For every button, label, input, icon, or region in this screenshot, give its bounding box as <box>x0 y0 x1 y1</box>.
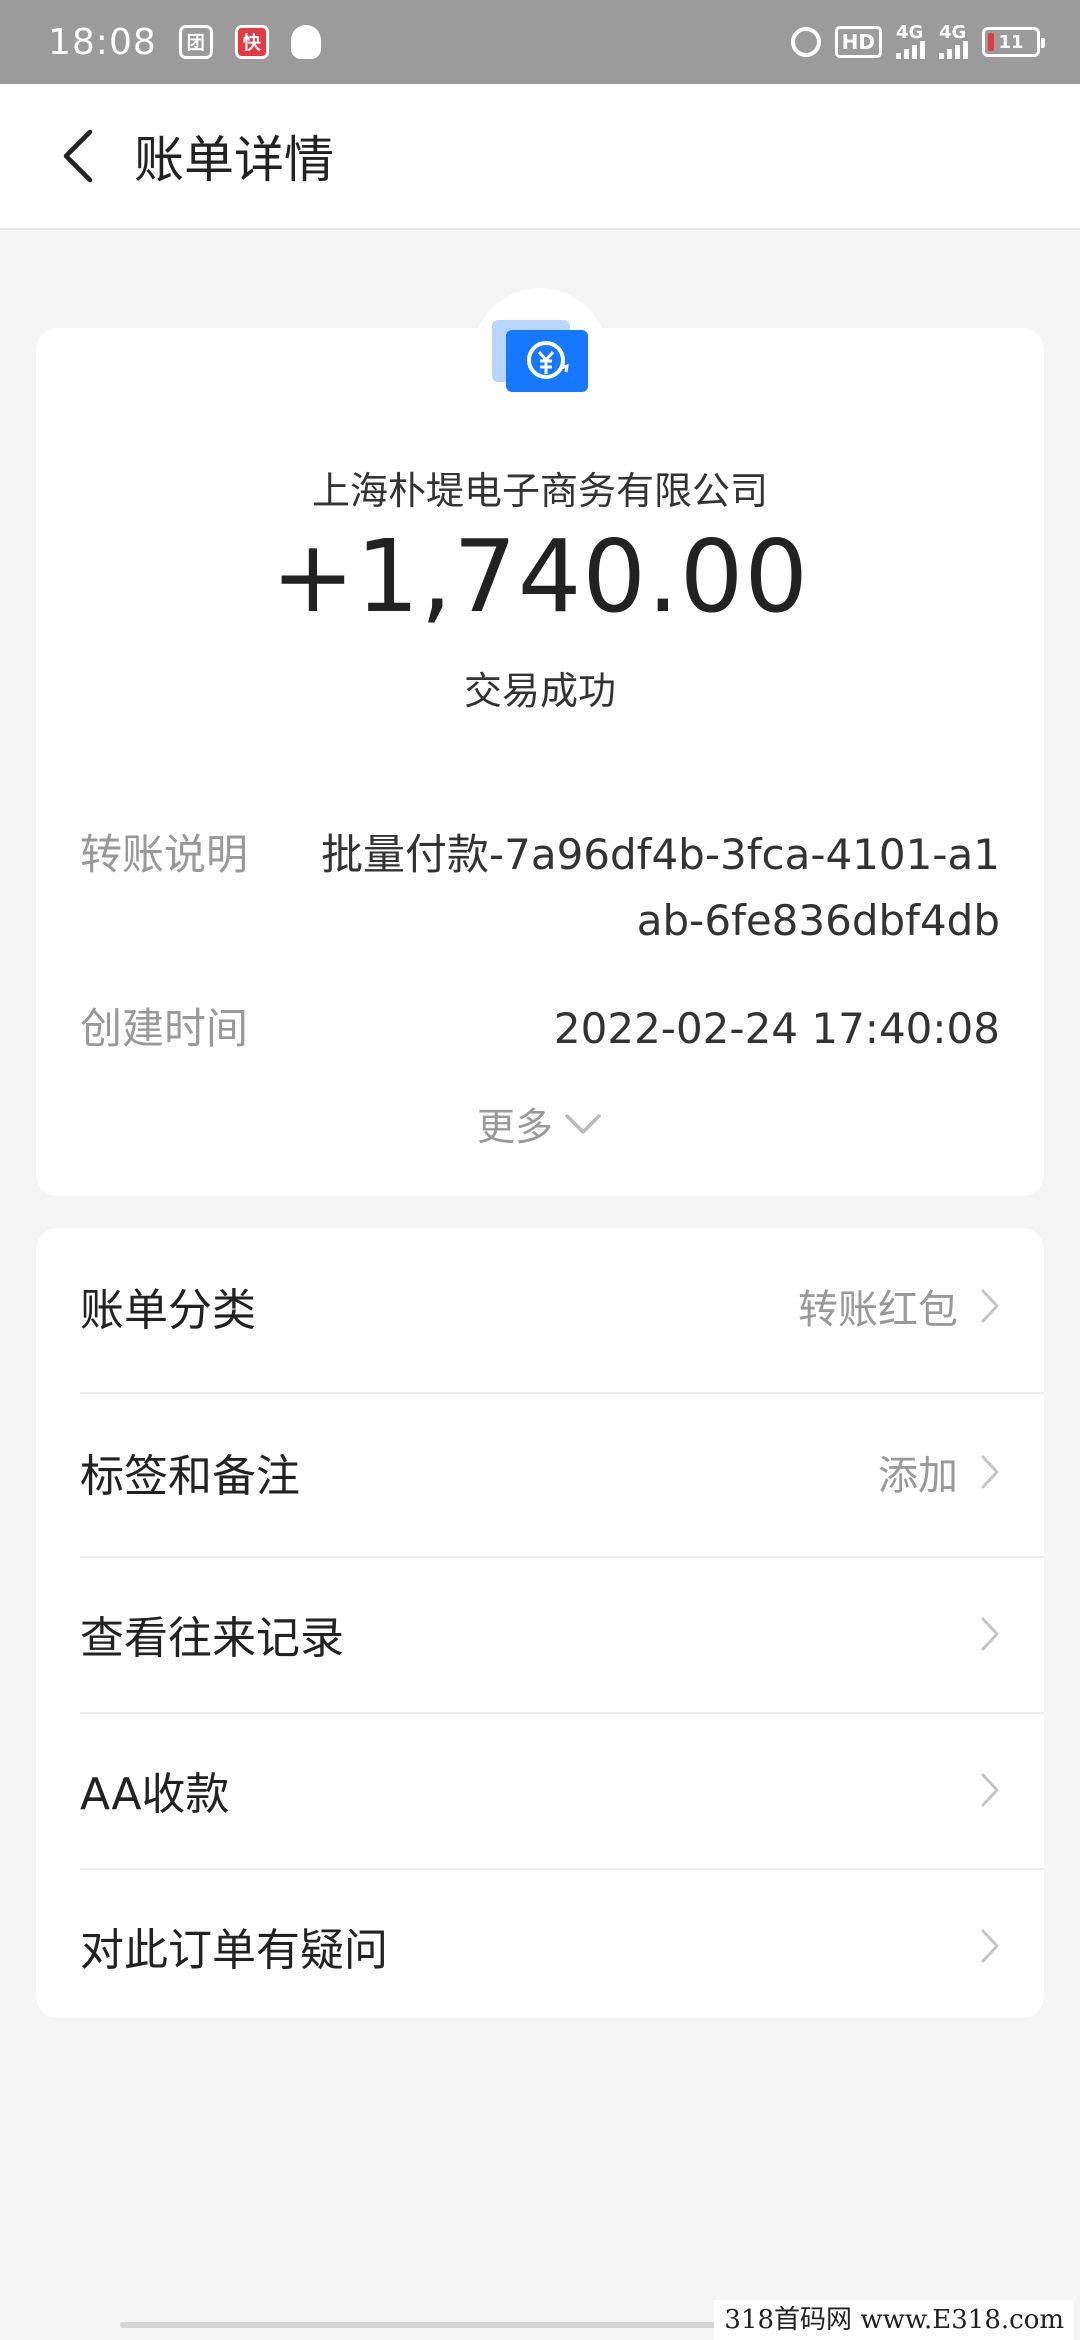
sim1-signal-icon: 4G <box>896 22 925 59</box>
list-item-bill-category[interactable]: 账单分类 转账红包 <box>80 1228 1000 1384</box>
transaction-icon-wrapper <box>472 288 608 424</box>
status-time: 18:08 <box>48 21 157 63</box>
detail-value: 批量付款-7a96df4b-3fca-4101-a1ab-6fe836dbf4d… <box>320 830 1000 945</box>
more-button[interactable]: 更多 <box>36 1096 1044 1151</box>
list-item-order-question[interactable]: 对此订单有疑问 <box>80 1868 1000 2024</box>
hd-voice-icon: HD <box>834 26 882 58</box>
back-button[interactable] <box>28 96 128 216</box>
qq-icon <box>290 25 321 59</box>
sim1-network-label: 4G <box>896 22 924 43</box>
status-right: HD 4G 4G 11 <box>790 22 1045 59</box>
list-item-label: 查看往来记录 <box>80 1613 344 1664</box>
transaction-status: 交易成功 <box>463 669 616 713</box>
list-item-aa-collection[interactable]: AA收款 <box>80 1712 1000 1868</box>
detail-label: 转账说明 <box>80 830 249 879</box>
sim2-network-label: 4G <box>939 22 967 43</box>
more-label: 更多 <box>476 1105 553 1149</box>
transfer-yuan-icon <box>492 320 588 392</box>
chevron-down-icon <box>565 1113 601 1134</box>
detail-label: 创建时间 <box>80 1004 249 1053</box>
chevron-right-icon <box>981 1773 999 1807</box>
transaction-amount: +1,740.00 <box>270 518 810 635</box>
status-left: 18:08 团 快 <box>48 22 321 63</box>
chevron-left-icon <box>63 129 93 183</box>
list-item-label: 标签和备注 <box>80 1451 300 1502</box>
battery-icon: 11 <box>982 27 1045 57</box>
list-item-value: 转账红包 <box>798 1287 958 1333</box>
chevron-right-icon <box>981 1929 999 1963</box>
page-title: 账单详情 <box>134 131 334 189</box>
group-app-icon: 团 <box>178 25 213 59</box>
bill-actions-card: 账单分类 转账红包 标签和备注 添加 查看往来记录 AA收款 对此订单有疑问 <box>36 1228 1044 2018</box>
detail-value: 2022-02-24 17:40:08 <box>553 1004 1000 1053</box>
status-bar: 18:08 团 快 HD 4G 4G 11 <box>0 0 1080 84</box>
alarm-icon <box>790 27 821 57</box>
detail-row-transfer-memo: 转账说明 批量付款-7a96df4b-3fca-4101-a1ab-6fe836… <box>80 822 1000 962</box>
merchant-name: 上海朴堤电子商务有限公司 <box>311 469 768 513</box>
sim2-signal-icon: 4G <box>939 22 968 59</box>
chevron-right-icon <box>981 1455 999 1489</box>
chevron-right-icon <box>981 1289 999 1323</box>
battery-level: 11 <box>998 31 1024 53</box>
watermark: 318首码网 www.E318.com <box>714 2300 1074 2340</box>
list-item-label: AA收款 <box>80 1769 230 1820</box>
top-nav-bar: 账单详情 <box>0 84 1080 230</box>
kuaishou-app-icon: 快 <box>234 25 269 59</box>
list-item-label: 对此订单有疑问 <box>80 1925 388 1976</box>
chevron-right-icon <box>981 1617 999 1651</box>
detail-row-created-time: 创建时间 2022-02-24 17:40:08 <box>80 996 1000 1066</box>
bill-summary-card: 上海朴堤电子商务有限公司 +1,740.00 交易成功 转账说明 批量付款-7a… <box>36 288 1044 1196</box>
list-item-value: 添加 <box>878 1453 958 1499</box>
list-item-transaction-history[interactable]: 查看往来记录 <box>80 1556 1000 1712</box>
list-item-tags-notes[interactable]: 标签和备注 添加 <box>80 1394 1000 1550</box>
list-item-label: 账单分类 <box>80 1285 256 1336</box>
